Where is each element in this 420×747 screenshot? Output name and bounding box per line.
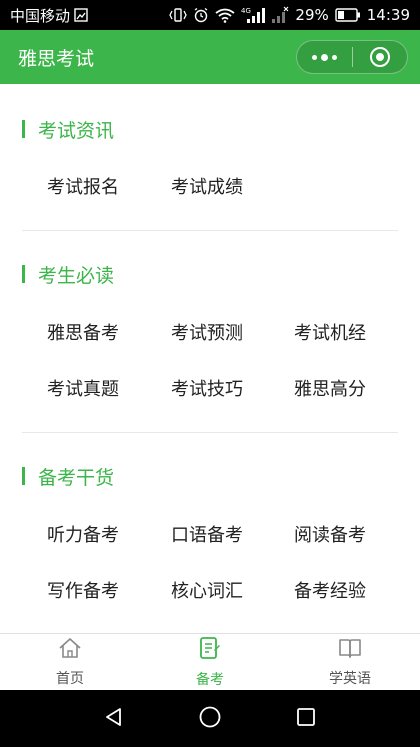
nav-home-button[interactable] — [197, 706, 223, 732]
section-title: 考试资讯 — [38, 119, 115, 142]
page-title: 雅思考试 — [18, 47, 95, 70]
system-navigation-bar — [0, 690, 420, 747]
app-header: 雅思考试 — [0, 30, 420, 84]
more-button[interactable] — [297, 41, 352, 73]
more-dot-icon — [321, 53, 328, 61]
menu-item-listening-prep[interactable]: 听力备考 — [47, 521, 119, 547]
section-accent-bar — [22, 120, 25, 138]
home-icon — [58, 637, 82, 663]
image-icon — [74, 8, 88, 22]
vibrate-icon — [169, 7, 188, 23]
status-right: 4G 29% 14:39 — [169, 6, 410, 24]
menu-item-high-score[interactable]: 雅思高分 — [294, 375, 366, 401]
network-tag: 4G — [241, 7, 251, 15]
book-icon — [338, 637, 362, 663]
section-accent-bar — [22, 467, 25, 485]
alarm-icon — [193, 7, 209, 23]
tab-prep[interactable]: 备考 — [140, 634, 280, 690]
close-mini-program-button[interactable] — [353, 41, 407, 73]
section-title: 考生必读 — [38, 264, 115, 287]
recents-square-icon — [295, 706, 317, 732]
battery-percent: 29% — [295, 6, 329, 24]
home-circle-icon — [198, 705, 222, 733]
section-divider — [22, 230, 398, 231]
menu-item-reading-prep[interactable]: 阅读备考 — [294, 521, 366, 547]
more-dot-icon — [312, 54, 317, 60]
nav-back-button[interactable] — [101, 706, 127, 732]
more-dot-icon — [332, 54, 337, 60]
clock: 14:39 — [366, 6, 410, 24]
menu-item-exam-registration[interactable]: 考试报名 — [47, 173, 119, 199]
wifi-icon — [215, 8, 235, 23]
section-header-must-read: 考生必读 — [22, 263, 115, 287]
carrier-label: 中国移动 — [10, 6, 71, 25]
tab-label: 学英语 — [329, 670, 371, 687]
notes-icon — [199, 636, 221, 664]
menu-item-ielts-prep[interactable]: 雅思备考 — [47, 319, 119, 345]
status-bar: 中国移动 4G 29% 14:39 — [0, 0, 420, 30]
nav-recents-button[interactable] — [293, 706, 319, 732]
target-icon — [369, 47, 390, 67]
menu-item-speaking-prep[interactable]: 口语备考 — [171, 521, 243, 547]
mini-program-capsule — [296, 40, 408, 74]
bottom-tab-bar: 首页 备考 学英语 — [0, 633, 420, 690]
tab-label: 备考 — [196, 671, 224, 688]
section-accent-bar — [22, 265, 25, 283]
menu-item-writing-prep[interactable]: 写作备考 — [47, 577, 119, 603]
signal-empty-icon — [271, 6, 289, 24]
menu-item-exam-forecast[interactable]: 考试预测 — [171, 319, 243, 345]
menu-item-past-papers[interactable]: 考试真题 — [47, 375, 119, 401]
tab-learn-english[interactable]: 学英语 — [280, 634, 420, 690]
section-divider — [22, 432, 398, 433]
menu-item-exam-tips[interactable]: 考试技巧 — [171, 375, 243, 401]
menu-item-prep-experience[interactable]: 备考经验 — [294, 577, 366, 603]
status-left: 中国移动 — [10, 5, 88, 26]
back-triangle-icon — [103, 706, 125, 732]
menu-item-core-vocabulary[interactable]: 核心词汇 — [171, 577, 243, 603]
battery-icon — [335, 8, 361, 22]
section-header-exam-news: 考试资讯 — [22, 118, 115, 142]
menu-item-exam-scores[interactable]: 考试成绩 — [171, 173, 243, 199]
signal-4g-icon: 4G — [241, 6, 266, 24]
content-area: 考试资讯 考试报名 考试成绩 考生必读 雅思备考 考试预测 考试机经 考试真题 … — [0, 84, 420, 633]
tab-home[interactable]: 首页 — [0, 634, 140, 690]
tab-label: 首页 — [56, 670, 84, 687]
section-title: 备考干货 — [38, 466, 115, 489]
menu-item-exam-recall[interactable]: 考试机经 — [294, 319, 366, 345]
section-header-prep-resources: 备考干货 — [22, 465, 115, 489]
